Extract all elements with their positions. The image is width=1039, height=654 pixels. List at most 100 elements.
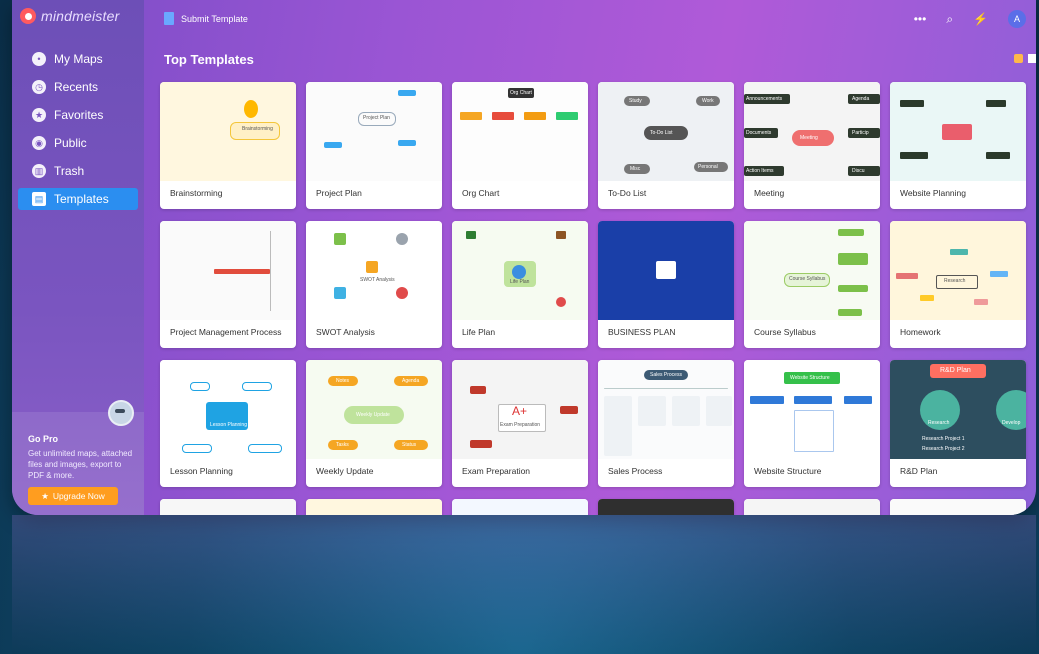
thumb-label: Brainstorming — [242, 126, 273, 132]
template-card[interactable]: R&D Plan Research Develop Research Proje… — [890, 360, 1026, 487]
globe-icon: ◉ — [32, 136, 46, 150]
template-title: Life Plan — [462, 327, 496, 337]
template-thumbnail: Lesson Planning — [160, 360, 296, 459]
thumb-label: Sales Process — [650, 372, 682, 378]
sidebar-item-templates[interactable]: ▤ Templates — [18, 188, 138, 210]
sidebar-item-label: Favorites — [54, 108, 104, 122]
star-icon: ★ — [41, 490, 49, 501]
template-title: Exam Preparation — [462, 466, 531, 476]
logo-text: mindmeister — [41, 8, 120, 24]
template-card[interactable]: Brainstorming Brainstorming — [160, 82, 296, 209]
app-window: mindmeister • My Maps ◷ Recents ★ Favori… — [12, 0, 1036, 515]
template-card[interactable]: Life Plan Life Plan — [452, 221, 588, 348]
sidebar-item-recents[interactable]: ◷ Recents — [18, 76, 138, 98]
template-card[interactable]: Project Management Process — [160, 221, 296, 348]
thumb-label: Project Plan — [363, 115, 390, 121]
sidebar-item-label: Recents — [54, 80, 99, 94]
clock-icon: ◷ — [32, 80, 46, 94]
template-title: Brainstorming — [170, 188, 223, 198]
maps-icon: • — [32, 52, 46, 66]
thumb-label: Status — [402, 442, 417, 448]
template-card-partial[interactable] — [160, 499, 296, 515]
top-icons: ••• ⌕ ⚡ A — [914, 10, 1026, 28]
thumb-label: Develop — [1002, 420, 1021, 426]
thumb-label: To-Do List — [650, 130, 673, 136]
template-thumbnail: Sales Process — [598, 360, 734, 459]
sidebar-item-label: Public — [54, 136, 87, 150]
sidebar-item-label: Templates — [54, 192, 109, 206]
template-card[interactable]: Meeting Announcements Documents Action I… — [744, 82, 880, 209]
template-card[interactable]: To-Do List Study Work Misc Personal To-D… — [598, 82, 734, 209]
thumb-label: Lesson Planning — [210, 422, 247, 428]
thumb-label: Weekly Update — [356, 412, 390, 418]
template-thumbnail: Website Structure — [744, 360, 880, 459]
template-card[interactable]: Website Planning — [890, 82, 1026, 209]
template-thumbnail: To-Do List Study Work Misc Personal — [598, 82, 734, 181]
template-title: SWOT Analysis — [316, 327, 375, 337]
sidebar-nav: • My Maps ◷ Recents ★ Favorites ◉ Public… — [18, 48, 138, 216]
thumb-label: Documents — [746, 130, 772, 136]
template-card[interactable]: Weekly Update Notes Agenda Tasks Status … — [306, 360, 442, 487]
avatar[interactable]: A — [1008, 10, 1026, 28]
thumb-label: Website Structure — [790, 375, 830, 381]
upgrade-now-button[interactable]: ★ Upgrade Now — [28, 487, 118, 505]
template-title: Website Structure — [754, 466, 822, 476]
template-thumbnail: Course Syllabus — [744, 221, 880, 320]
logo[interactable]: mindmeister — [20, 8, 119, 24]
template-card-partial[interactable] — [598, 499, 734, 515]
template-card[interactable]: Lesson Planning Lesson Planning — [160, 360, 296, 487]
template-card-partial[interactable] — [306, 499, 442, 515]
template-thumbnail: Project Plan — [306, 82, 442, 181]
template-card-partial[interactable] — [452, 499, 588, 515]
sidebar-item-public[interactable]: ◉ Public — [18, 132, 138, 154]
template-title: R&D Plan — [900, 466, 938, 476]
robot-icon — [108, 400, 134, 426]
template-card-partial[interactable] — [890, 499, 1026, 515]
template-card[interactable]: Course Syllabus Course Syllabus — [744, 221, 880, 348]
activity-icon[interactable]: ⚡ — [973, 12, 988, 26]
thumb-label: Research — [944, 278, 966, 284]
template-thumbnail: Weekly Update Notes Agenda Tasks Status — [306, 360, 442, 459]
template-title: Org Chart — [462, 188, 500, 198]
template-thumbnail — [160, 499, 296, 515]
sidebar-item-trash[interactable]: ▥ Trash — [18, 160, 138, 182]
template-card[interactable]: Sales Process Sales Process — [598, 360, 734, 487]
template-card[interactable]: BUSINESS PLAN — [598, 221, 734, 348]
template-card[interactable]: Org Chart Org Chart — [452, 82, 588, 209]
thumb-label: A+ — [512, 404, 528, 418]
submit-template-label: Submit Template — [181, 13, 248, 24]
thumb-label: SWOT Analysis — [360, 277, 395, 283]
template-thumbnail: Research — [890, 221, 1026, 320]
sidebar-item-favorites[interactable]: ★ Favorites — [18, 104, 138, 126]
more-icon[interactable]: ••• — [914, 12, 927, 26]
thumb-label: Tasks — [336, 442, 349, 448]
sidebar: mindmeister • My Maps ◷ Recents ★ Favori… — [12, 0, 144, 515]
template-card-partial[interactable] — [744, 499, 880, 515]
star-icon: ★ — [32, 108, 46, 122]
template-thumbnail — [890, 499, 1026, 515]
sidebar-item-label: Trash — [54, 164, 85, 178]
list-view-icon[interactable] — [1028, 54, 1036, 63]
template-thumbnail: Life Plan — [452, 221, 588, 320]
submit-template-button[interactable]: Submit Template — [164, 12, 248, 25]
template-card[interactable]: A+ Exam Preparation Exam Preparation — [452, 360, 588, 487]
template-card[interactable]: Research Homework — [890, 221, 1026, 348]
thumb-label: Meeting — [800, 135, 818, 141]
sidebar-item-my-maps[interactable]: • My Maps — [18, 48, 138, 70]
thumb-label: Agenda — [852, 96, 870, 102]
thumb-label: Agenda — [402, 378, 420, 384]
template-card[interactable]: SWOT Analysis SWOT Analysis — [306, 221, 442, 348]
template-thumbnail — [598, 221, 734, 320]
reflection-backdrop — [12, 515, 1036, 654]
template-card[interactable]: Project Plan Project Plan — [306, 82, 442, 209]
mindmeister-logo-icon — [20, 8, 36, 24]
template-card[interactable]: Website Structure Website Structure — [744, 360, 880, 487]
search-icon[interactable]: ⌕ — [946, 12, 953, 27]
grid-view-icon[interactable] — [1014, 54, 1023, 63]
thumb-label: Particip — [852, 130, 869, 136]
template-title: Course Syllabus — [754, 327, 816, 337]
template-title: Homework — [900, 327, 941, 337]
template-title: To-Do List — [608, 188, 647, 198]
template-thumbnail: SWOT Analysis — [306, 221, 442, 320]
template-thumbnail — [890, 82, 1026, 181]
